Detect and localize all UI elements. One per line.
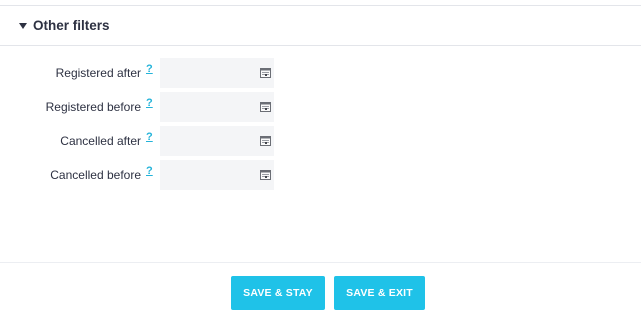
filter-label: Registered after [55, 66, 141, 80]
calendar-icon[interactable] [260, 170, 271, 180]
help-link[interactable]: ? [146, 165, 153, 177]
cancelled-after-field [160, 126, 274, 156]
filter-row-registered-before: Registered before ? [0, 90, 641, 124]
registered-after-input[interactable] [160, 58, 256, 88]
cancelled-before-field [160, 160, 274, 190]
save-and-stay-button[interactable]: SAVE & STAY [231, 276, 325, 310]
help-link[interactable]: ? [146, 63, 153, 75]
registered-before-input[interactable] [160, 92, 256, 122]
help-link[interactable]: ? [146, 131, 153, 143]
filter-label: Cancelled after [60, 134, 141, 148]
filter-row-registered-after: Registered after ? [0, 56, 641, 90]
cancelled-after-input[interactable] [160, 126, 256, 156]
calendar-icon[interactable] [260, 102, 271, 112]
save-and-exit-button[interactable]: SAVE & EXIT [334, 276, 425, 310]
registered-before-field [160, 92, 274, 122]
filter-label: Registered before [45, 100, 141, 114]
other-filters-toggle[interactable]: Other filters [19, 18, 110, 33]
section-header: Other filters [0, 6, 641, 46]
caret-down-icon [19, 23, 27, 29]
calendar-icon[interactable] [260, 136, 271, 146]
help-link[interactable]: ? [146, 97, 153, 109]
filter-label: Cancelled before [50, 168, 141, 182]
filter-row-cancelled-before: Cancelled before ? [0, 158, 641, 192]
calendar-icon[interactable] [260, 68, 271, 78]
section-title: Other filters [33, 18, 110, 33]
filters-form: Other filters Registered after ? Registe… [0, 0, 641, 322]
registered-after-field [160, 58, 274, 88]
footer-divider [0, 262, 641, 263]
filter-row-cancelled-after: Cancelled after ? [0, 124, 641, 158]
cancelled-before-input[interactable] [160, 160, 256, 190]
filter-rows: Registered after ? Registered before ? C… [0, 56, 641, 192]
